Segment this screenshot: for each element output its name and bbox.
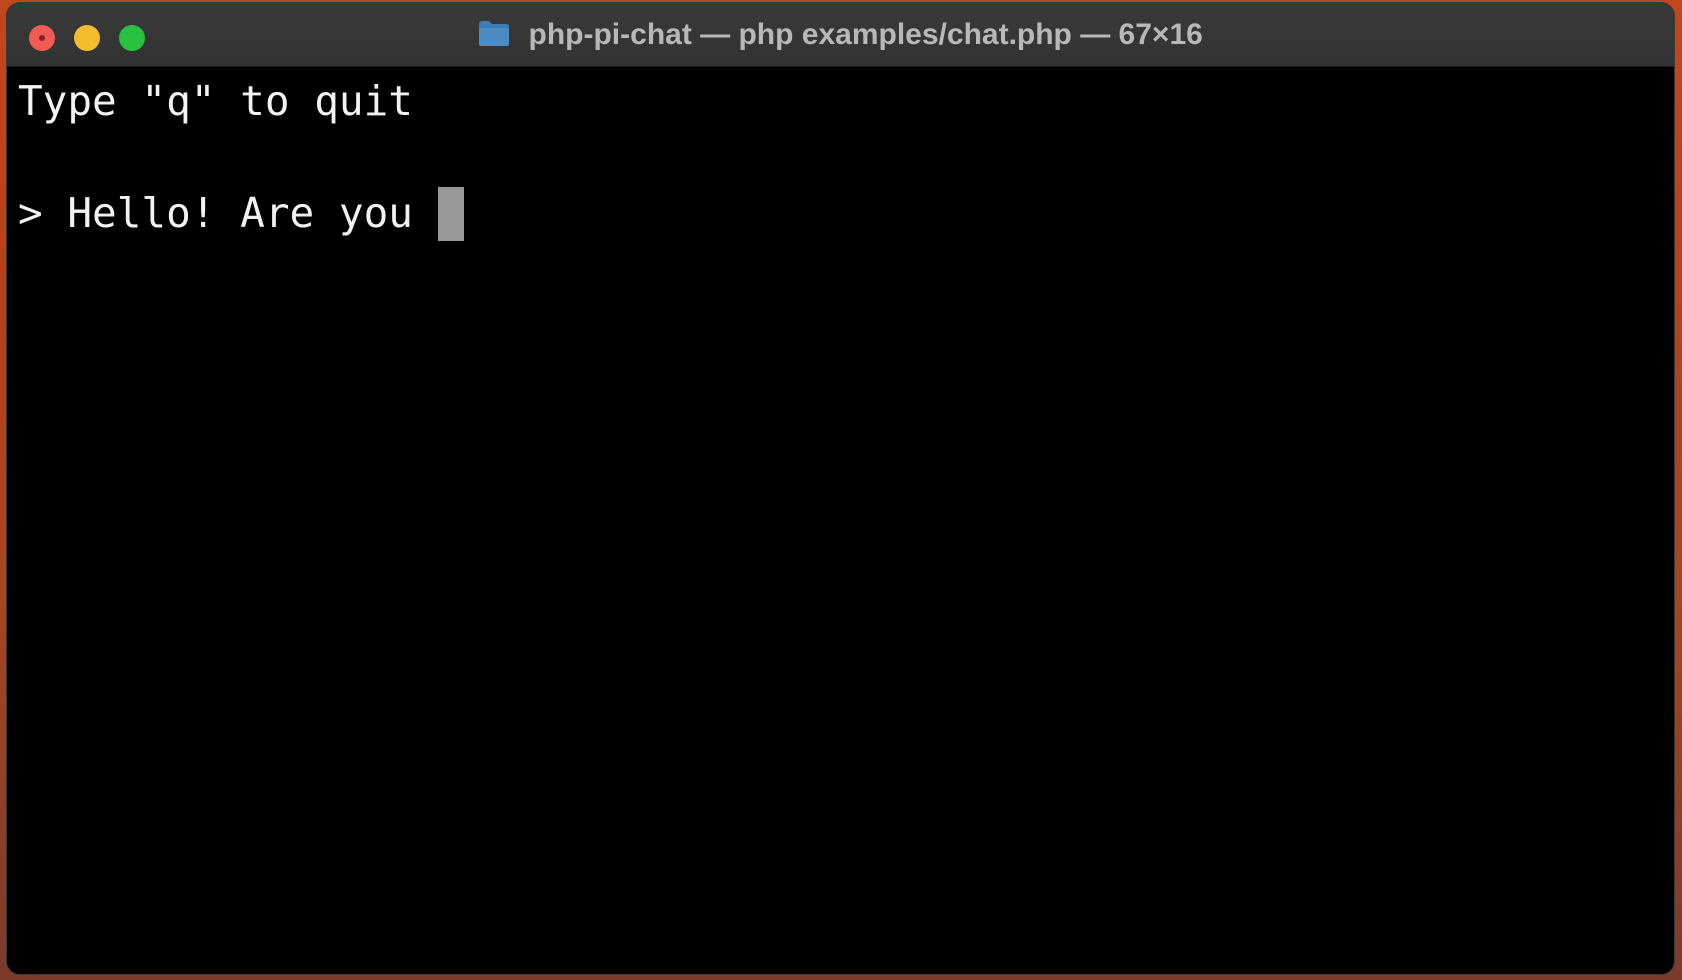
terminal-window: php-pi-chat — php examples/chat.php — 67…: [7, 3, 1674, 974]
window-title-container: php-pi-chat — php examples/chat.php — 67…: [7, 17, 1674, 53]
text-cursor: [437, 187, 464, 241]
folder-icon: [478, 18, 528, 51]
terminal-content[interactable]: Type "q" to quit > Hello! Are you: [7, 67, 1674, 974]
terminal-input-line[interactable]: > Hello! Are you: [18, 187, 464, 241]
terminal-line-instruction: Type "q" to quit: [18, 77, 413, 125]
window-title: php-pi-chat — php examples/chat.php — 67…: [528, 18, 1203, 51]
title-bar[interactable]: php-pi-chat — php examples/chat.php — 67…: [7, 3, 1674, 67]
terminal-input-text: > Hello! Are you: [18, 189, 438, 237]
